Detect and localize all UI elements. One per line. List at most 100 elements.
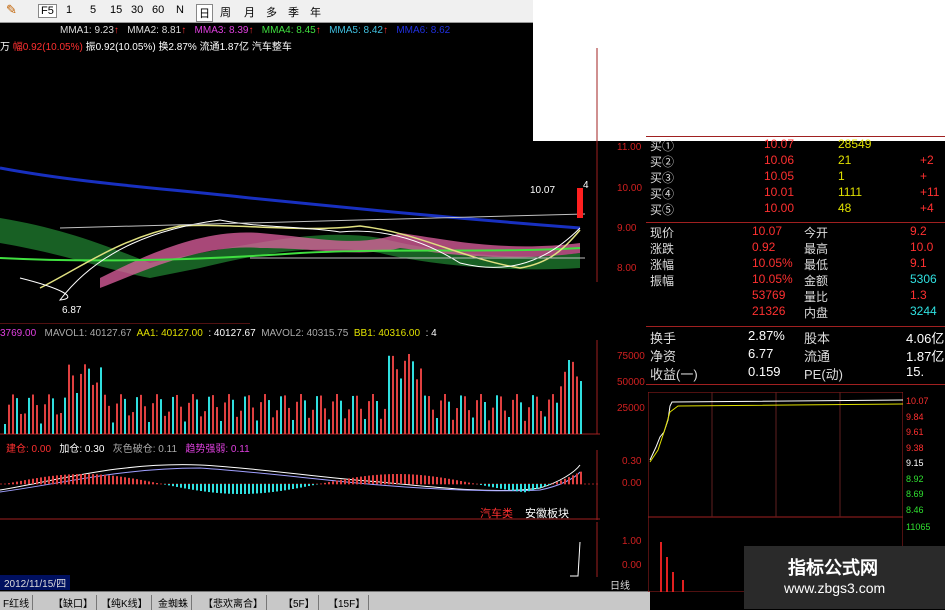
volume-bar	[524, 421, 526, 434]
tab-spider[interactable]: 金蜘蛛	[155, 595, 192, 610]
period-5-button[interactable]: 5	[90, 4, 96, 16]
volume-bar	[40, 423, 42, 434]
volume-bar	[116, 404, 118, 434]
f5-button[interactable]: F5	[38, 4, 57, 18]
multi-button[interactable]: 多	[266, 4, 277, 20]
volume-bar	[312, 410, 314, 434]
intraday-axis-label: 8.46	[906, 505, 924, 515]
bottom-indicator[interactable]	[0, 522, 600, 577]
volume-chart[interactable]	[0, 340, 600, 435]
mma3-label: MMA3: 8.39	[195, 25, 249, 36]
volume-bar	[532, 395, 534, 434]
macd-bar	[472, 483, 474, 484]
volume-bar	[148, 422, 150, 434]
macd-bar	[328, 482, 330, 484]
volume-bar	[52, 398, 54, 434]
volume-bar	[568, 360, 570, 434]
volume-bar	[92, 385, 94, 434]
macd-bar	[208, 484, 210, 492]
extra-row: 收益(一)0.159PE(动)15.	[648, 364, 945, 380]
macd-bar	[72, 474, 74, 484]
year-button[interactable]: 年	[310, 4, 321, 20]
period-60-button[interactable]: 60	[152, 4, 164, 16]
volume-bar	[244, 397, 246, 434]
bid-row[interactable]: 买②10.0621+2	[648, 153, 945, 169]
volume-bar	[420, 368, 422, 434]
volume-bar	[528, 407, 530, 434]
tab-joy-sorrow[interactable]: 【悲欢离合】	[200, 595, 267, 610]
tab-pure-k[interactable]: 【纯K线】	[98, 595, 152, 610]
macd-bar	[420, 475, 422, 484]
sector-anhui-label[interactable]: 安徽板块	[525, 505, 569, 521]
mavol2-label: MAVOL2: 40315.75	[261, 328, 348, 339]
macd-bar	[288, 484, 290, 490]
volume-bar	[8, 405, 10, 434]
volume-bar	[368, 401, 370, 434]
period-15-button[interactable]: 15	[110, 4, 122, 16]
volume-bar	[492, 408, 494, 434]
volume-bar	[292, 420, 294, 434]
tab-red-line[interactable]: F红线	[0, 595, 33, 610]
month-button[interactable]: 月	[244, 4, 255, 20]
macd-bar	[156, 483, 158, 484]
macd-bar	[404, 474, 406, 484]
volume-bar	[212, 395, 214, 434]
volume-bar	[168, 412, 170, 434]
volume-bar	[448, 402, 450, 434]
vol-end: : 4	[426, 328, 437, 339]
volume-bar	[20, 414, 22, 434]
sector-auto-label[interactable]: 汽车类	[480, 505, 513, 521]
quote-divider	[646, 222, 945, 223]
volume-bar	[48, 394, 50, 434]
volume-bar	[340, 401, 342, 434]
volume-bar	[300, 394, 302, 434]
day-button[interactable]: 日	[196, 4, 213, 22]
volume-bar	[96, 383, 98, 434]
extra-label-left: 收益(一)	[650, 364, 698, 383]
bid-price: 10.00	[764, 201, 794, 215]
tab-15f[interactable]: 【15F】	[325, 595, 369, 610]
tab-5f[interactable]: 【5F】	[280, 595, 319, 610]
volume-bar	[184, 421, 186, 434]
volume-bar	[280, 396, 282, 434]
bid-label: 买④	[650, 185, 674, 202]
bid-row[interactable]: 买⑤10.0048+4	[648, 201, 945, 217]
stat-value-left: 10.07	[752, 224, 782, 238]
bid-change: +11	[920, 185, 939, 199]
macd-bar	[124, 477, 126, 484]
volume-bar	[112, 422, 114, 434]
quote-divider	[646, 326, 945, 327]
period-30-button[interactable]: 30	[131, 4, 143, 16]
period-1-button[interactable]: 1	[66, 4, 72, 16]
macd-bar	[496, 484, 498, 488]
season-button[interactable]: 季	[288, 4, 299, 20]
bid-row[interactable]: 买④10.011111+11	[648, 185, 945, 201]
intraday-axis-label: 8.92	[906, 474, 924, 484]
volume-bar	[44, 404, 46, 434]
stat-value-right: 9.1	[910, 256, 927, 270]
intraday-axis-label: 9.61	[906, 427, 924, 437]
volume-bar	[376, 401, 378, 434]
watermark-url: www.zbgs3.com	[784, 580, 885, 596]
quote-divider	[646, 384, 945, 385]
bid-row[interactable]: 买③10.051+	[648, 169, 945, 185]
volume-bar	[84, 364, 86, 434]
tab-gap[interactable]: 【缺口】	[50, 595, 97, 610]
period-n-button[interactable]: N	[176, 4, 184, 16]
bid-row[interactable]: 买①10.0728549	[648, 137, 945, 153]
pencil-icon[interactable]: ✎	[6, 2, 17, 18]
macd-bar	[344, 479, 346, 484]
macd-bar	[324, 483, 326, 484]
week-button[interactable]: 周	[220, 4, 231, 20]
volume-bar	[388, 356, 390, 434]
volume-bar	[560, 386, 562, 434]
kline-chart[interactable]	[0, 48, 600, 324]
macd-bar	[372, 475, 374, 484]
volume-bar	[128, 415, 130, 434]
macd-axis-000: 0.00	[622, 478, 641, 489]
macd-bar	[96, 474, 98, 484]
volume-bar	[60, 413, 62, 434]
macd-bar	[432, 476, 434, 484]
mma4-label: MMA4: 8.45	[262, 25, 316, 36]
volume-bar	[472, 417, 474, 434]
